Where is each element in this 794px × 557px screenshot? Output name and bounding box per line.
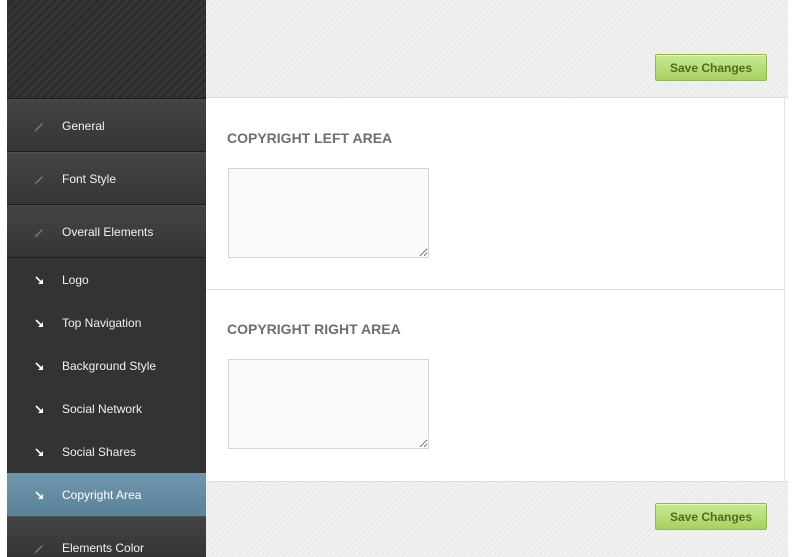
sidebar-subitem-copyright-area[interactable]: Copyright Area: [7, 473, 206, 516]
copyright-right-section: COPYRIGHT RIGHT AREA: [206, 290, 784, 481]
sidebar-subitem-logo[interactable]: Logo: [7, 258, 206, 301]
sidebar-subitem-background-style[interactable]: Background Style: [7, 344, 206, 387]
bottom-action-bar: Save Changes: [206, 481, 788, 557]
pencil-icon: [33, 542, 45, 554]
pencil-icon: [33, 120, 45, 132]
copyright-right-textarea[interactable]: [228, 359, 429, 449]
save-button-bottom[interactable]: Save Changes: [655, 503, 767, 530]
sidebar-item-general[interactable]: General: [7, 99, 206, 152]
sidebar-subitem-label: Logo: [62, 272, 89, 287]
sidebar-item-font-style[interactable]: Font Style: [7, 152, 206, 205]
sidebar-item-label: Elements Color: [62, 541, 145, 555]
sidebar-item-label: General: [62, 118, 105, 133]
sidebar-subitem-social-shares[interactable]: Social Shares: [7, 430, 206, 473]
sidebar-subitem-top-navigation[interactable]: Top Navigation: [7, 301, 206, 344]
sidebar-subitem-label: Social Network: [62, 401, 143, 416]
arrow-down-right-icon: [35, 404, 45, 414]
section-title: COPYRIGHT RIGHT AREA: [227, 321, 401, 337]
arrow-down-right-icon: [35, 275, 45, 285]
arrow-down-right-icon: [35, 318, 45, 328]
sidebar-subitem-social-network[interactable]: Social Network: [7, 387, 206, 430]
sidebar-item-elements-color[interactable]: Elements Color: [7, 516, 206, 556]
pencil-icon: [33, 173, 45, 185]
sidebar-subitem-label: Top Navigation: [62, 315, 142, 330]
save-button-top[interactable]: Save Changes: [655, 54, 767, 81]
sidebar-item-label: Overall Elements: [62, 224, 154, 239]
top-action-bar: Save Changes: [206, 0, 788, 98]
content-right-border: [784, 98, 785, 482]
section-title: COPYRIGHT LEFT AREA: [227, 130, 393, 146]
sidebar-item-overall-elements[interactable]: Overall Elements: [7, 205, 206, 258]
sidebar: General Font Style Overall Elements Logo…: [7, 0, 206, 557]
pencil-icon: [33, 226, 45, 238]
copyright-left-textarea[interactable]: [228, 168, 429, 258]
sidebar-subitem-label: Social Shares: [62, 444, 137, 459]
arrow-down-right-icon: [35, 447, 45, 457]
arrow-down-right-icon: [35, 361, 45, 371]
copyright-left-section: COPYRIGHT LEFT AREA: [206, 98, 784, 290]
sidebar-item-label: Font Style: [62, 171, 117, 186]
sidebar-subitem-label: Copyright Area: [62, 487, 142, 502]
sidebar-subitem-label: Background Style: [62, 358, 157, 373]
arrow-down-right-icon: [35, 490, 45, 500]
sidebar-header: [7, 0, 206, 99]
